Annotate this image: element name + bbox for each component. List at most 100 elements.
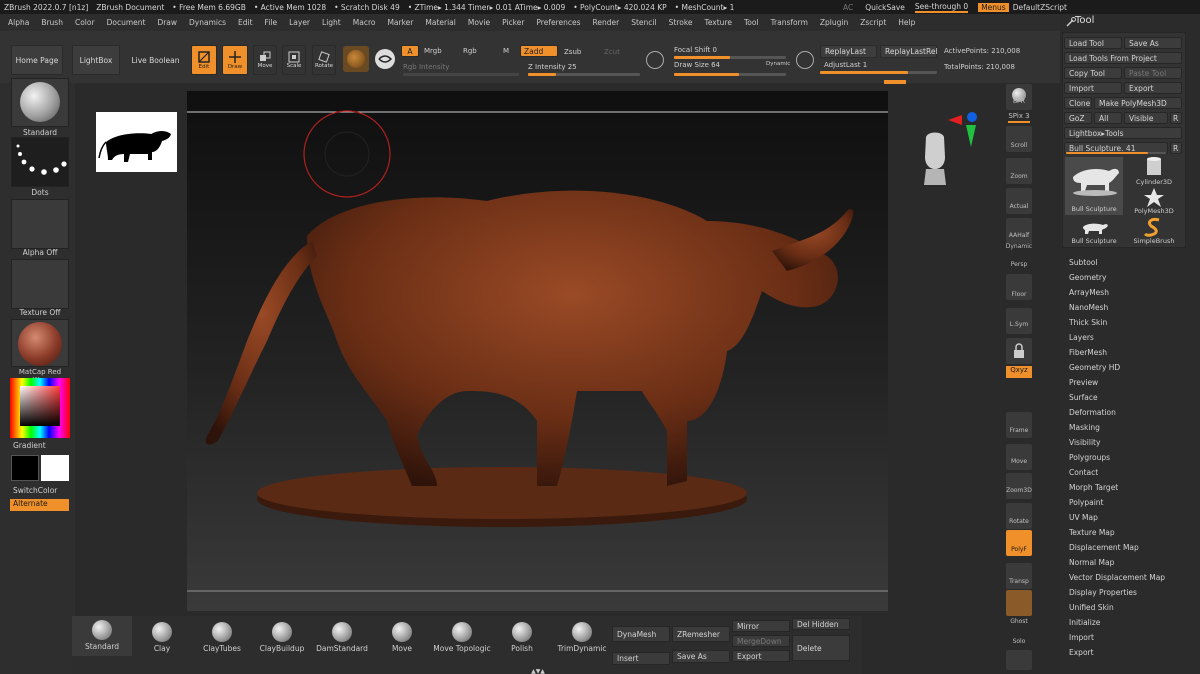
tool-item-preview[interactable]: Preview: [1069, 378, 1098, 387]
brush-move-topologic[interactable]: Move Topologic: [432, 618, 492, 658]
del-hidden-button[interactable]: Del Hidden: [792, 618, 850, 630]
brush-claytubes[interactable]: ClayTubes: [192, 618, 252, 658]
zoom3d-button[interactable]: [1006, 473, 1032, 499]
menu-preferences[interactable]: Preferences: [536, 18, 580, 27]
tool-thumb-bull-sculpture[interactable]: Bull Sculpture: [1065, 157, 1123, 215]
shelf-collapse-icon[interactable]: ▲▼▲: [530, 668, 546, 674]
tool-item-polygroups[interactable]: Polygroups: [1069, 453, 1110, 462]
menu-zplugin[interactable]: Zplugin: [820, 18, 848, 27]
tool-item-normal-map[interactable]: Normal Map: [1069, 558, 1114, 567]
tool-item-thick-skin[interactable]: Thick Skin: [1069, 318, 1107, 327]
menu-layer[interactable]: Layer: [289, 18, 310, 27]
focal-shift-slider[interactable]: Focal Shift 0: [674, 46, 717, 54]
make-polymesh-button[interactable]: Make PolyMesh3D: [1094, 97, 1182, 109]
adjust-last-slider[interactable]: AdjustLast 1: [824, 61, 867, 69]
draw-size-track[interactable]: [674, 73, 786, 76]
merge-down-button[interactable]: MergeDown: [732, 635, 790, 647]
rgb-button[interactable]: Rgb: [463, 47, 477, 55]
menu-material[interactable]: Material: [425, 18, 455, 27]
axis-gizmo[interactable]: [944, 111, 984, 149]
menu-zscript[interactable]: Zscript: [860, 18, 886, 27]
d-dial-icon[interactable]: [796, 51, 814, 69]
paste-tool-button[interactable]: Paste Tool: [1124, 67, 1182, 79]
replay-last-rel-button[interactable]: ReplayLastRel: [880, 45, 938, 58]
all-button[interactable]: All: [1094, 112, 1122, 124]
menu-movie[interactable]: Movie: [468, 18, 490, 27]
zoom-button[interactable]: [1006, 158, 1032, 184]
tool-item-uv-map[interactable]: UV Map: [1069, 513, 1098, 522]
brush-polish[interactable]: Polish: [492, 618, 552, 658]
menu-stroke[interactable]: Stroke: [669, 18, 693, 27]
menu-edit[interactable]: Edit: [238, 18, 253, 27]
adjust-last-track[interactable]: [820, 71, 937, 74]
tool-item-arraymesh[interactable]: ArrayMesh: [1069, 288, 1109, 297]
lightbox-button[interactable]: LightBox: [72, 45, 120, 75]
color-picker[interactable]: [10, 378, 70, 438]
tool-thumb-cylinder3d[interactable]: Cylinder3D: [1125, 157, 1183, 187]
rgb-intensity-slider[interactable]: Rgb Intensity: [403, 63, 449, 71]
brush-claybuildup[interactable]: ClayBuildup: [252, 618, 312, 658]
dynamic-label[interactable]: Dynamic: [766, 61, 790, 67]
load-tool-button[interactable]: Load Tool: [1064, 37, 1122, 49]
zremesher-button[interactable]: ZRemesher: [672, 626, 730, 642]
menu-help[interactable]: Help: [898, 18, 915, 27]
export-button[interactable]: Export: [1124, 82, 1182, 94]
default-zscript[interactable]: DefaultZScript: [1013, 3, 1067, 12]
menu-alpha[interactable]: Alpha: [8, 18, 29, 27]
viewport-scene[interactable]: [187, 91, 888, 611]
tool-item-export[interactable]: Export: [1069, 648, 1094, 657]
mrgb-button[interactable]: Mrgb: [424, 47, 442, 55]
rgb-intensity-track[interactable]: [403, 73, 519, 76]
z-intensity-track[interactable]: [528, 73, 640, 76]
tool-item-initialize[interactable]: Initialize: [1069, 618, 1100, 627]
m-button[interactable]: M: [503, 47, 509, 55]
menu-light[interactable]: Light: [322, 18, 341, 27]
zsub-button[interactable]: Zsub: [564, 48, 581, 56]
edit-button[interactable]: Edit: [191, 45, 217, 75]
tool-item-visibility[interactable]: Visibility: [1069, 438, 1100, 447]
texture-tile[interactable]: [11, 259, 69, 309]
draw-button[interactable]: Draw: [222, 45, 248, 75]
spix-slider[interactable]: SPix 3: [1004, 112, 1034, 120]
menu-picker[interactable]: Picker: [502, 18, 524, 27]
save-as-bottom-button[interactable]: Save As: [672, 650, 730, 663]
menu-stencil[interactable]: Stencil: [631, 18, 656, 27]
tool-item-morph-target[interactable]: Morph Target: [1069, 483, 1118, 492]
switch-color-button[interactable]: SwitchColor: [13, 486, 71, 495]
persp-button[interactable]: Persp: [1004, 261, 1034, 268]
brush-clay[interactable]: Clay: [132, 618, 192, 658]
viewport-canvas[interactable]: [96, 91, 977, 611]
tool-item-deformation[interactable]: Deformation: [1069, 408, 1116, 417]
alternate-button[interactable]: Alternate: [10, 499, 69, 511]
tool-item-displacement-map[interactable]: Displacement Map: [1069, 543, 1139, 552]
tool-thumb-bull-sculpture-small[interactable]: Bull Sculpture: [1065, 217, 1123, 247]
menu-draw[interactable]: Draw: [157, 18, 177, 27]
bpr-button[interactable]: [1006, 84, 1032, 110]
zcut-button[interactable]: Zcut: [604, 48, 620, 56]
tool-item-surface[interactable]: Surface: [1069, 393, 1098, 402]
menu-marker[interactable]: Marker: [387, 18, 413, 27]
rotate-button[interactable]: Rotate: [312, 45, 336, 75]
r-button[interactable]: R: [1170, 112, 1182, 124]
tool-item-geometry[interactable]: Geometry: [1069, 273, 1106, 282]
rotate-view-button[interactable]: [1006, 503, 1032, 529]
import-button[interactable]: Import: [1064, 82, 1122, 94]
tool-item-polypaint[interactable]: Polypaint: [1069, 498, 1104, 507]
scale-button[interactable]: Scale: [282, 45, 306, 75]
move-view-button[interactable]: [1006, 444, 1032, 470]
tool-item-unified-skin[interactable]: Unified Skin: [1069, 603, 1114, 612]
a-button[interactable]: A: [401, 45, 419, 57]
solo-button[interactable]: Solo: [1004, 638, 1034, 645]
menu-document[interactable]: Document: [107, 18, 146, 27]
transp-button[interactable]: [1006, 563, 1032, 589]
zadd-button[interactable]: Zadd: [520, 45, 558, 57]
focal-shift-track[interactable]: [674, 56, 786, 59]
tool-item-subtool[interactable]: Subtool: [1069, 258, 1097, 267]
brush-damstandard[interactable]: DamStandard: [312, 618, 372, 658]
tool-slider-r-button[interactable]: R: [1170, 142, 1182, 154]
actual-button[interactable]: [1006, 188, 1032, 214]
tool-item-layers[interactable]: Layers: [1069, 333, 1094, 342]
tool-thumb-simplebrush[interactable]: SimpleBrush: [1125, 217, 1183, 247]
material-tile[interactable]: [11, 319, 69, 367]
secondary-color-swatch[interactable]: [41, 455, 69, 481]
